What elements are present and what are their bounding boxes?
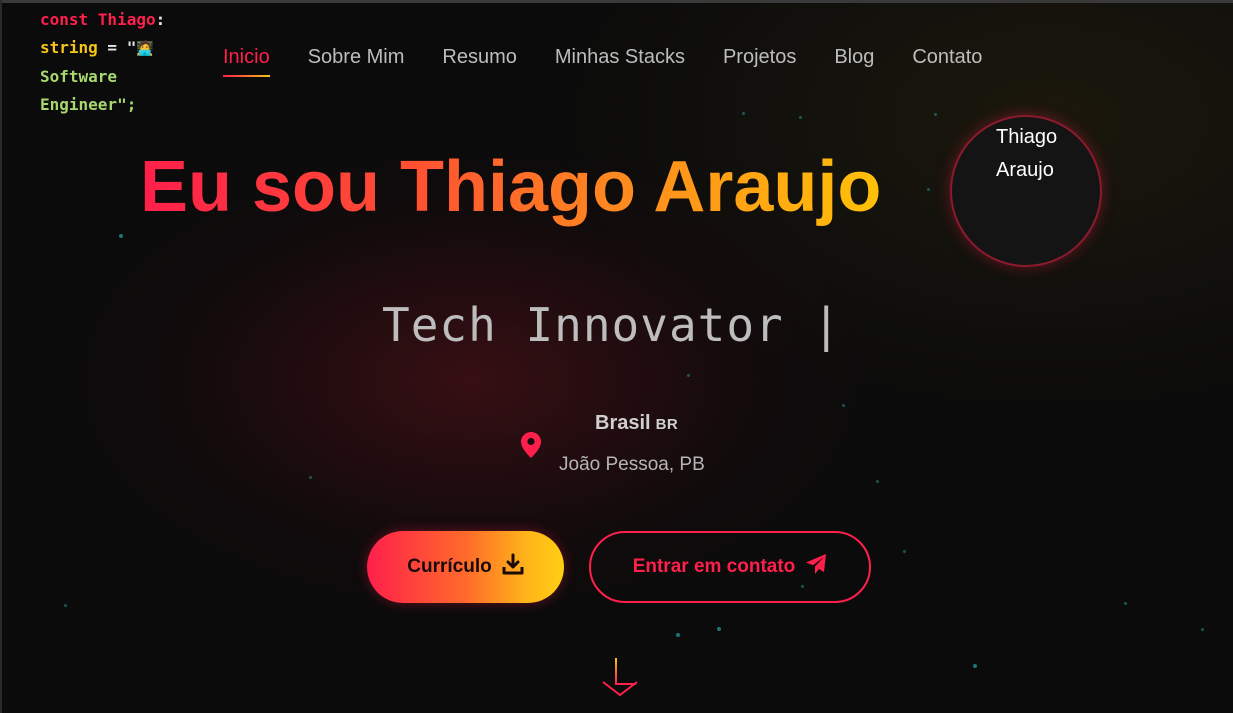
curriculo-button[interactable]: Currículo [367,531,564,603]
technologist-emoji: 🧑‍💻 [136,41,154,57]
logo-string-line1: Software [40,67,118,86]
location-city: João Pessoa, PB [559,454,705,475]
country-name: Brasil [595,412,651,434]
logo-keyword: const Thiago [40,10,156,29]
logo-equals: = " [97,38,137,57]
curriculo-label: Currículo [407,556,492,577]
nav-item-resumo[interactable]: Resumo [442,46,516,77]
contact-label: Entrar em contato [632,556,796,577]
nav-item-contato[interactable]: Contato [912,46,982,77]
logo-string-line2: Engineer"; [40,95,137,114]
main-nav: Inicio Sobre Mim Resumo Minhas Stacks Pr… [223,46,982,77]
nav-item-minhas-stacks[interactable]: Minhas Stacks [555,46,685,77]
flag-icon: BR [655,416,679,433]
scroll-down-arrow-icon[interactable] [600,656,640,703]
location-country: Brasil BR [595,412,678,435]
page-background [0,0,1233,713]
hero-title: Eu sou Thiago Araujo [140,147,882,227]
window-left-border [0,0,2,713]
entrar-em-contato-button[interactable]: Entrar em contato [589,531,871,603]
typed-subtitle: Tech Innovator | [382,298,842,352]
code-logo[interactable]: const Thiago: string = "🧑‍💻 Software Eng… [40,6,165,119]
avatar: Thiago Araujo [950,115,1102,267]
paper-plane-icon [805,553,827,581]
location-pin-icon [521,432,541,463]
nav-item-blog[interactable]: Blog [834,46,874,77]
nav-item-inicio[interactable]: Inicio [223,46,270,77]
logo-type: string [40,38,98,57]
nav-item-projetos[interactable]: Projetos [723,46,796,77]
nav-item-sobre-mim[interactable]: Sobre Mim [308,46,405,77]
logo-colon: : [155,10,166,29]
window-top-border [0,0,1233,3]
avatar-alt-text: Thiago Araujo [996,126,1058,181]
download-icon [502,553,524,581]
